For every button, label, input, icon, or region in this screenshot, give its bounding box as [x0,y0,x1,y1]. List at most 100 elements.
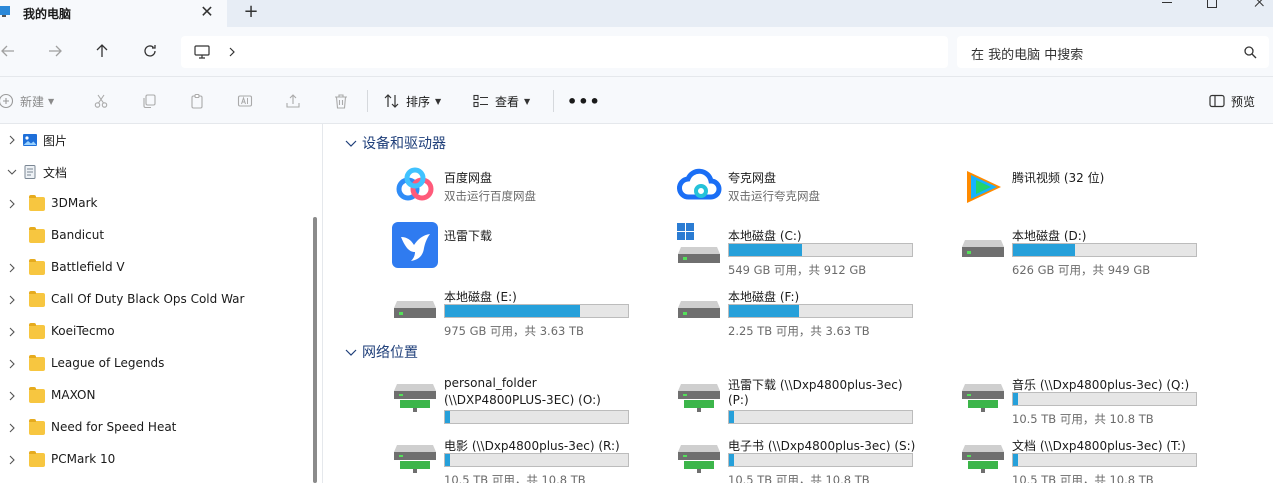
network-drive-o[interactable]: personal_folder (\\DXP4800PLUS-3EC) (O:) [391,370,651,424]
sort-button[interactable]: 排序 ▼ [384,89,441,113]
usage-fill [1013,454,1019,466]
chevron-down-icon: ▼ [48,96,55,106]
item-name: 电影 (\\Dxp4800plus-3ec) (R:) [444,439,620,453]
tab-bar: 我的电脑 ✕ + [0,0,1273,27]
clipboard-icon [191,93,203,109]
sidebar-item-documents[interactable]: 文档 [0,156,322,188]
refresh-icon [144,45,156,57]
rename-button[interactable] [237,89,253,113]
drive-e[interactable]: 本地磁盘 (E:) 975 GB 可用，共 3.63 TB [391,282,651,338]
network-drive-r[interactable]: 电影 (\\Dxp4800plus-3ec) (R:) 10.5 TB 可用，共… [391,431,651,483]
chevron-right-icon[interactable] [7,391,17,401]
sidebar-item-folder[interactable]: MAXON [0,380,322,412]
preview-pane-icon [1209,94,1225,108]
copy-button[interactable] [141,89,157,113]
tab-close-button[interactable]: ✕ [199,2,215,22]
network-section-header[interactable]: 网络位置 [345,341,418,363]
usage-bar [444,410,629,424]
app-baidu-netdisk[interactable]: 百度网盘 双击运行百度网盘 [391,163,651,217]
chevron-right-icon[interactable] [227,45,237,59]
folder-icon [29,387,45,403]
network-drive-t[interactable]: 文档 (\\Dxp4800plus-3ec) (T:) 10.5 TB 可用，共… [959,431,1219,483]
sidebar-item-pictures[interactable]: 图片 [0,124,322,156]
app-tencent-video[interactable]: 腾讯视频 (32 位) [959,163,1219,217]
maximize-button[interactable] [1198,0,1228,10]
rename-icon [237,95,253,107]
folder-icon [29,323,45,339]
more-options-button[interactable]: ••• [567,89,601,113]
network-drive-icon [962,384,1004,412]
sidebar-scrollbar[interactable] [313,217,317,483]
sidebar-item-folder[interactable]: KoeiTecmo [0,316,322,348]
folder-icon [29,419,45,435]
tab-my-computer[interactable]: 我的电脑 ✕ [0,0,227,27]
usage-fill [445,454,451,466]
chevron-right-icon[interactable] [7,327,17,337]
usage-fill [729,305,799,317]
app-xunlei[interactable]: 迅雷下载 [391,221,651,275]
item-size: 10.5 TB 可用，共 10.8 TB [728,473,870,483]
close-window-button[interactable] [1243,0,1273,10]
sidebar-item-label: League of Legends [51,356,165,370]
share-button[interactable] [285,89,301,113]
hard-drive-icon [962,240,1004,257]
folder-icon [29,259,45,275]
folder-icon [29,291,45,307]
sidebar-item-folder[interactable]: PCMark 10 [0,444,322,476]
network-drive-p[interactable]: 迅雷下载 (\\Dxp4800plus-3ec) (P:) [675,370,935,424]
monitor-icon [194,45,210,59]
chevron-right-icon[interactable] [7,423,17,433]
drive-c[interactable]: 本地磁盘 (C:) 549 GB 可用，共 912 GB [675,221,935,277]
chevron-down-icon[interactable] [7,167,17,177]
preview-pane-button[interactable]: 预览 [1209,89,1255,113]
new-button[interactable]: 新建 ▼ [0,89,54,113]
chevron-right-icon[interactable] [7,295,17,305]
item-size: 10.5 TB 可用，共 10.8 TB [1012,412,1154,426]
item-size: 10.5 TB 可用，共 10.8 TB [1012,473,1154,483]
app-quark-netdisk[interactable]: 夸克网盘 双击运行夸克网盘 [675,163,935,217]
item-size: 549 GB 可用，共 912 GB [728,263,867,277]
devices-section-header[interactable]: 设备和驱动器 [345,132,446,154]
chevron-right-icon[interactable] [7,455,17,465]
item-description: 双击运行百度网盘 [444,189,536,203]
address-bar[interactable] [181,36,948,68]
refresh-button[interactable] [139,40,161,62]
search-input[interactable]: 在 我的电脑 中搜索 [971,44,1083,63]
chevron-right-icon[interactable] [7,263,17,273]
forward-button[interactable] [44,40,66,62]
sidebar-item-folder[interactable]: Battlefield V [0,252,322,284]
network-drive-s[interactable]: 电子书 (\\Dxp4800plus-3ec) (S:) 10.5 TB 可用，… [675,431,935,483]
item-name: 本地磁盘 (F:) [728,290,800,304]
usage-bar [728,453,913,467]
sidebar-item-folder[interactable]: League of Legends [0,348,322,380]
navigation-pane: 图片 文档 3DMark Bandicut Battlefield V Call… [0,124,323,483]
minimize-button[interactable] [1153,0,1183,10]
paste-button[interactable] [189,89,205,113]
chevron-right-icon[interactable] [7,359,17,369]
windows-drive-icon [677,223,720,263]
new-tab-button[interactable]: + [241,1,261,23]
sidebar-item-folder[interactable]: 3DMark [0,188,322,220]
sidebar-item-folder[interactable]: Call Of Duty Black Ops Cold War [0,284,322,316]
drive-d[interactable]: 本地磁盘 (D:) 626 GB 可用，共 949 GB [959,221,1219,277]
cut-button[interactable] [93,89,109,113]
delete-button[interactable] [333,89,349,113]
view-button[interactable]: 查看 ▼ [473,89,530,113]
network-drive-q[interactable]: 音乐 (\\Dxp4800plus-3ec) (Q:) 10.5 TB 可用，共… [959,370,1219,426]
usage-bar [728,243,913,257]
back-button[interactable] [0,40,19,62]
chevron-right-icon[interactable] [7,199,17,209]
sidebar-item-folder[interactable]: Need for Speed Heat [0,412,322,444]
usage-bar [1012,453,1197,467]
network-drive-icon [678,384,720,412]
up-button[interactable] [91,40,113,62]
search-icon[interactable] [1243,45,1257,59]
tencent-video-icon [967,171,1001,203]
item-name: 迅雷下载 (\\Dxp4800plus-3ec) [728,378,903,392]
chevron-right-icon[interactable] [7,135,17,145]
usage-bar [444,453,629,467]
sidebar-item-folder[interactable]: Bandicut [0,220,322,252]
toolbar-separator [367,90,368,112]
drive-f[interactable]: 本地磁盘 (F:) 2.25 TB 可用，共 3.63 TB [675,282,935,338]
search-box[interactable]: 在 我的电脑 中搜索 [957,36,1269,68]
